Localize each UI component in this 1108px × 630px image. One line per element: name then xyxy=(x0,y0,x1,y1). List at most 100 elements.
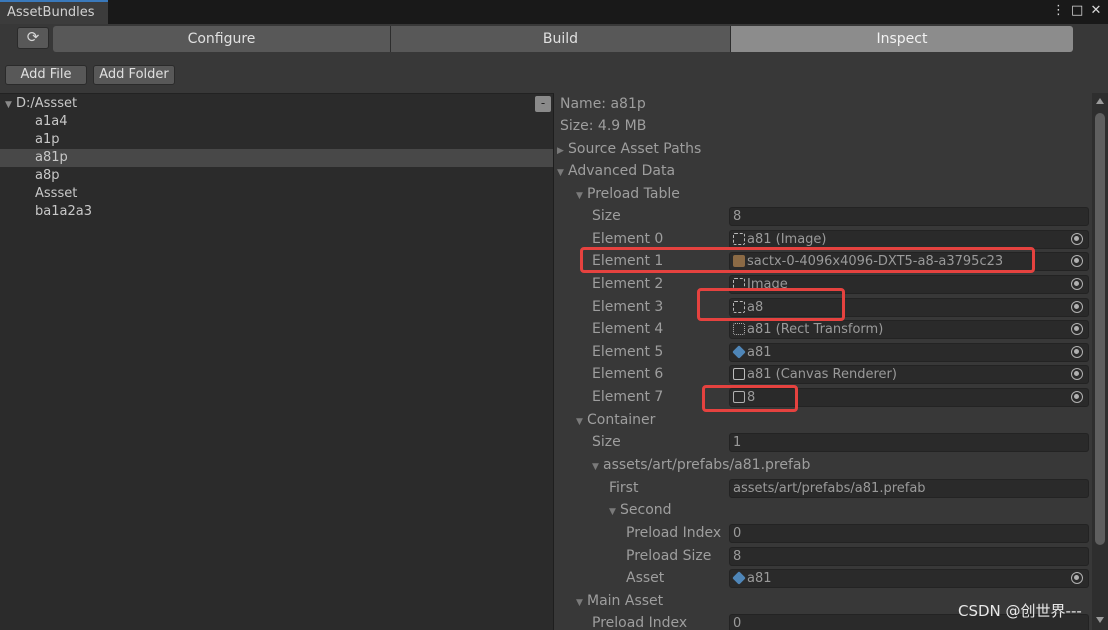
tree-item[interactable]: a8p xyxy=(0,167,553,185)
window-menu-icon[interactable]: ⋮ xyxy=(1052,3,1065,19)
source-asset-paths-foldout[interactable]: ▶ Source Asset Paths xyxy=(555,138,1092,160)
close-icon[interactable]: ✕ xyxy=(1090,3,1102,19)
advanced-data-label: Advanced Data xyxy=(568,163,676,179)
expand-triangle-icon: ▼ xyxy=(609,507,616,517)
object-picker-icon[interactable] xyxy=(1071,233,1083,245)
scroll-up-arrow-icon[interactable] xyxy=(1096,98,1104,104)
inspector-scrollbar[interactable] xyxy=(1092,93,1108,630)
container-size-field[interactable]: 1 xyxy=(729,433,1089,452)
element-row: Element 7 8 xyxy=(555,386,1092,408)
element-row: Element 5 a81 xyxy=(555,341,1092,363)
first-label: First xyxy=(609,480,639,496)
size-label: Size xyxy=(592,434,621,450)
preload-size-label: Preload Size xyxy=(626,548,712,564)
preload-table-label: Preload Table xyxy=(587,186,680,202)
object-picker-icon[interactable] xyxy=(1071,391,1083,403)
window-controls: ⋮ □ ✕ xyxy=(1052,3,1102,19)
preload-table-foldout[interactable]: ▼ Preload Table xyxy=(555,183,1092,205)
object-field[interactable]: a81 (Rect Transform) xyxy=(729,320,1089,339)
main-asset-label: Main Asset xyxy=(587,593,664,609)
bundle-size-label: Size: 4.9 MB xyxy=(560,118,647,134)
container-size-row: Size 1 xyxy=(555,431,1092,453)
preload-index-field[interactable]: 0 xyxy=(729,524,1089,543)
rect-transform-icon xyxy=(733,323,745,335)
expand-triangle-icon: ▼ xyxy=(576,417,583,427)
tree-root[interactable]: ▼ D:/Assset xyxy=(5,96,77,111)
preload-index-row: Preload Index 0 xyxy=(555,522,1092,544)
preload-size-field[interactable]: 8 xyxy=(729,207,1089,226)
element-label: Element 7 xyxy=(592,389,664,405)
collapse-button[interactable]: - xyxy=(535,96,551,112)
object-field-value: a81 xyxy=(747,571,772,586)
expand-triangle-icon: ▼ xyxy=(576,191,583,201)
object-picker-icon[interactable] xyxy=(1071,323,1083,335)
element-label: Element 3 xyxy=(592,299,664,315)
first-field[interactable]: assets/art/prefabs/a81.prefab xyxy=(729,479,1089,498)
tree-root-label: D:/Assset xyxy=(16,96,78,111)
tab-inspect[interactable]: Inspect xyxy=(731,26,1073,52)
tab-build[interactable]: Build xyxy=(391,26,731,52)
object-picker-icon[interactable] xyxy=(1071,346,1083,358)
second-foldout[interactable]: ▼ Second xyxy=(555,499,1092,521)
prefab-cube-icon xyxy=(732,345,746,359)
asset-object-field[interactable]: a81 xyxy=(729,569,1089,588)
refresh-button[interactable]: ⟳ xyxy=(17,27,49,49)
prefab-cube-icon xyxy=(732,571,746,585)
maximize-icon[interactable]: □ xyxy=(1071,3,1083,19)
tab-configure[interactable]: Configure xyxy=(53,26,391,52)
element-label: Element 6 xyxy=(592,366,664,382)
container-foldout[interactable]: ▼ Container xyxy=(555,409,1092,431)
advanced-data-foldout[interactable]: ▼ Advanced Data xyxy=(555,160,1092,182)
image-icon xyxy=(733,233,745,245)
tree-item[interactable]: ba1a2a3 xyxy=(0,203,553,221)
object-field[interactable]: a81 xyxy=(729,343,1089,362)
object-field-value: a81 (Rect Transform) xyxy=(747,322,884,337)
object-picker-icon[interactable] xyxy=(1071,301,1083,313)
bundle-tree-panel: ▼ D:/Assset - a1a4 a1p a81p a8p Assset ba… xyxy=(0,93,554,630)
scroll-down-arrow-icon[interactable] xyxy=(1096,617,1104,623)
highlight-box xyxy=(702,385,798,412)
asset-row: Asset a81 xyxy=(555,567,1092,589)
preload-index-label: Preload Index xyxy=(592,615,688,630)
tree-item-selected[interactable]: a81p xyxy=(0,149,553,167)
highlight-box xyxy=(580,247,1035,273)
object-field[interactable]: a81 (Canvas Renderer) xyxy=(729,365,1089,384)
element-label: Element 5 xyxy=(592,344,664,360)
asset-label: Asset xyxy=(626,570,665,586)
object-picker-icon[interactable] xyxy=(1071,278,1083,290)
second-label: Second xyxy=(620,502,672,518)
expand-triangle-icon[interactable]: ▼ xyxy=(5,100,16,110)
object-field-value: a81 (Image) xyxy=(747,232,827,247)
highlight-box xyxy=(697,288,845,321)
add-folder-button[interactable]: Add Folder xyxy=(93,65,175,85)
tree-item[interactable]: a1p xyxy=(0,131,553,149)
tree-item[interactable]: a1a4 xyxy=(0,113,553,131)
add-file-button[interactable]: Add File xyxy=(5,65,87,85)
object-field-value: a81 (Canvas Renderer) xyxy=(747,367,897,382)
object-picker-icon[interactable] xyxy=(1071,255,1083,267)
element-row: Element 6 a81 (Canvas Renderer) xyxy=(555,363,1092,385)
first-row: First assets/art/prefabs/a81.prefab xyxy=(555,477,1092,499)
scrollbar-thumb[interactable] xyxy=(1095,113,1105,545)
object-picker-icon[interactable] xyxy=(1071,368,1083,380)
object-field-value: a81 xyxy=(747,345,772,360)
container-label: Container xyxy=(587,412,656,428)
window-tab-assetbundles[interactable]: AssetBundles xyxy=(0,0,108,24)
container-entry-foldout[interactable]: ▼ assets/art/prefabs/a81.prefab xyxy=(555,454,1092,476)
container-entry-label: assets/art/prefabs/a81.prefab xyxy=(603,457,811,473)
canvas-renderer-icon xyxy=(733,368,745,380)
bundle-name-label: Name: a81p xyxy=(560,96,646,112)
inspector-panel: Name: a81p Size: 4.9 MB ▶ Source Asset Pa… xyxy=(555,93,1092,630)
element-label: Element 2 xyxy=(592,276,664,292)
preload-size-value-field[interactable]: 8 xyxy=(729,547,1089,566)
preload-table-size-row: Size 8 xyxy=(555,205,1092,227)
refresh-icon: ⟳ xyxy=(26,28,40,46)
element-row: Element 4 a81 (Rect Transform) xyxy=(555,318,1092,340)
size-label: Size xyxy=(592,208,621,224)
watermark: CSDN @创世界--- xyxy=(958,602,1082,620)
expand-triangle-icon: ▼ xyxy=(576,598,583,608)
tree-item[interactable]: Assset xyxy=(0,185,553,203)
element-label: Element 4 xyxy=(592,321,664,337)
preload-index-label: Preload Index xyxy=(626,525,722,541)
object-picker-icon[interactable] xyxy=(1071,572,1083,584)
